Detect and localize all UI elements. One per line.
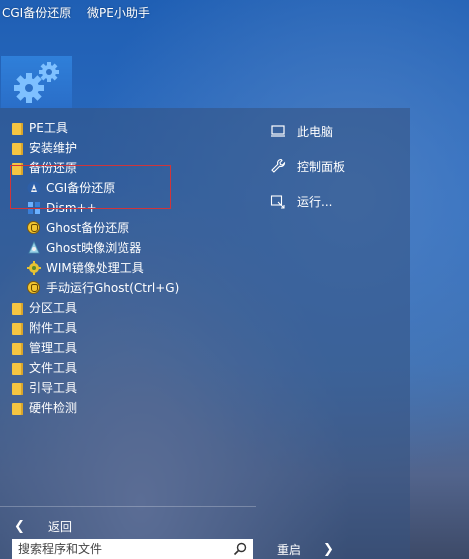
folder-icon <box>12 321 24 335</box>
selection-highlight-box <box>10 165 171 209</box>
wrench-icon <box>270 158 286 174</box>
taskbar-apps: CGI备份还原 微PE小助手 <box>2 4 162 21</box>
search-icon[interactable] <box>233 542 247 556</box>
start-tile[interactable] <box>1 56 72 108</box>
menu-item-hardware-detect[interactable]: 硬件检测 <box>0 398 256 418</box>
menu-item-wim-tool[interactable]: WIM镜像处理工具 <box>0 258 256 278</box>
search-box[interactable] <box>12 539 253 559</box>
taskbar-app-wepe-helper[interactable]: 微PE小助手 <box>87 6 150 20</box>
menu-item-ghost-explorer[interactable]: Ghost映像浏览器 <box>0 238 256 258</box>
taskbar-app-cgi[interactable]: CGI备份还原 <box>2 6 71 20</box>
chevron-right-icon[interactable]: ❯ <box>323 542 334 557</box>
menu-item-management-tools[interactable]: 管理工具 <box>0 338 256 358</box>
folder-icon <box>12 121 24 135</box>
gears-icon <box>14 62 59 103</box>
system-links: 此电脑 控制面板 运行... <box>270 120 345 225</box>
restart-button[interactable]: 重启 ❯ <box>277 539 334 559</box>
menu-item-file-tools[interactable]: 文件工具 <box>0 358 256 378</box>
run-link[interactable]: 运行... <box>270 190 345 212</box>
wim-icon <box>27 261 41 275</box>
ghost-icon <box>27 221 41 235</box>
control-panel-link[interactable]: 控制面板 <box>270 155 345 177</box>
chevron-left-icon: ❮ <box>14 518 25 534</box>
ghost-explorer-icon <box>27 241 41 255</box>
folder-icon <box>12 401 24 415</box>
this-pc-link[interactable]: 此电脑 <box>270 120 345 142</box>
folder-icon <box>12 341 24 355</box>
run-icon <box>270 193 286 209</box>
menu-item-accessory-tools[interactable]: 附件工具 <box>0 318 256 338</box>
ghost-icon <box>27 281 41 295</box>
back-button[interactable]: ❮ 返回 <box>0 506 256 537</box>
menu-item-manual-ghost[interactable]: 手动运行Ghost(Ctrl+G) <box>0 278 256 298</box>
menu-item-boot-tools[interactable]: 引导工具 <box>0 378 256 398</box>
program-list: PE工具 安装维护 备份还原 CGI备份还原 Dism++ Ghost备份还原 <box>0 118 256 418</box>
menu-item-partition-tools[interactable]: 分区工具 <box>0 298 256 318</box>
menu-item-pe-tools[interactable]: PE工具 <box>0 118 256 138</box>
folder-icon <box>12 381 24 395</box>
search-input[interactable] <box>12 541 230 557</box>
menu-item-ghost-backup[interactable]: Ghost备份还原 <box>0 218 256 238</box>
folder-icon <box>12 361 24 375</box>
folder-icon <box>12 141 24 155</box>
folder-icon <box>12 301 24 315</box>
menu-item-install-maintain[interactable]: 安装维护 <box>0 138 256 158</box>
computer-icon <box>270 123 286 139</box>
